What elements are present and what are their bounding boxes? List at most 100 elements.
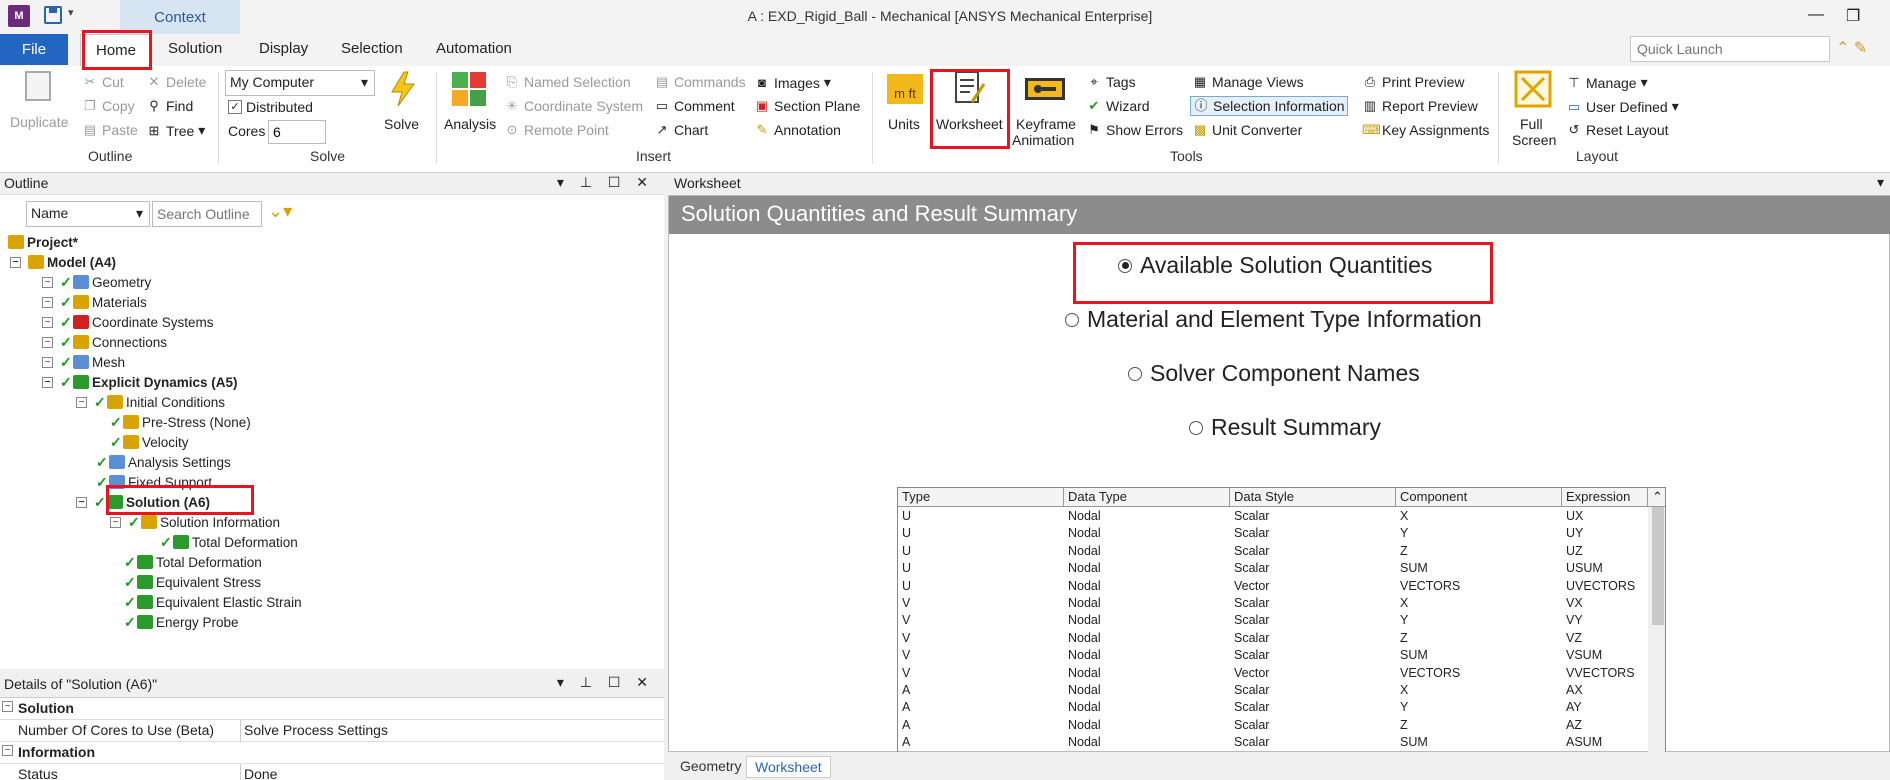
radio-unselected-icon[interactable]	[1189, 420, 1203, 435]
delete-button[interactable]: ✕ Delete	[146, 74, 207, 90]
named-selection-button[interactable]: ⎘ Named Selection	[504, 74, 631, 90]
chart-button[interactable]: ↗ Chart	[654, 122, 709, 138]
details-section-information[interactable]: − Information	[0, 742, 664, 764]
outline-filter-select[interactable]: Name ▾	[26, 201, 150, 227]
table-row[interactable]: A Nodal Scalar X AX	[898, 682, 1648, 699]
tree-node[interactable]: − ✓ Solution (A6)	[76, 493, 210, 511]
tab-selection[interactable]: Selection	[341, 40, 403, 57]
wizard-button[interactable]: ✔ Wizard	[1086, 98, 1150, 114]
manage-views-button[interactable]: ▦ Manage Views	[1192, 74, 1304, 90]
tree-expand-icon[interactable]: −	[42, 296, 53, 308]
tree-node[interactable]: ✓ Total Deformation	[124, 553, 262, 571]
tree-expand-icon[interactable]: −	[110, 516, 121, 528]
tree-node[interactable]: − ✓ Materials	[42, 293, 147, 311]
tree-node[interactable]: ✓ Energy Probe	[124, 613, 239, 631]
panel-controls-icon[interactable]: ▾ ⊥ ☐ ✕	[557, 674, 654, 691]
tree-node[interactable]: − ✓ Coordinate Systems	[42, 313, 214, 331]
report-preview-button[interactable]: ▥ Report Preview	[1362, 98, 1478, 114]
solve-computer-select[interactable]: My Computer ▾	[225, 70, 375, 96]
analysis-button[interactable]: Analysis	[444, 116, 496, 132]
commands-button[interactable]: ▤ Commands	[654, 74, 746, 90]
paste-button[interactable]: ▤ Paste	[82, 122, 138, 138]
tab-geometry[interactable]: Geometry	[672, 756, 749, 776]
collapse-icon[interactable]: −	[2, 745, 13, 756]
show-errors-button[interactable]: ⚑ Show Errors	[1086, 122, 1183, 138]
tree-node[interactable]: − ✓ Connections	[42, 333, 167, 351]
comment-button[interactable]: ▭ Comment	[654, 98, 735, 114]
table-row[interactable]: A Nodal Scalar Y AY	[898, 699, 1648, 716]
tree-node[interactable]: − ✓ Geometry	[42, 273, 151, 291]
annotation-button[interactable]: ✎ Annotation	[754, 122, 841, 138]
user-defined-button[interactable]: ▭ User Defined ▾	[1566, 98, 1679, 115]
tab-solution[interactable]: Solution	[168, 40, 222, 57]
scroll-up-icon[interactable]: ⌃	[1648, 488, 1665, 507]
table-row[interactable]: V Nodal Scalar Z VZ	[898, 630, 1648, 647]
tags-button[interactable]: ⌖ Tags	[1086, 74, 1135, 90]
quick-access-dropdown-icon[interactable]: ▾	[68, 6, 74, 19]
radio-unselected-icon[interactable]	[1128, 366, 1142, 381]
tree-expand-icon[interactable]: −	[76, 496, 87, 508]
table-row[interactable]: U Nodal Scalar Z UZ	[898, 543, 1648, 560]
tree-node[interactable]: ✓ Total Deformation	[160, 533, 298, 551]
tree-expand-icon[interactable]: −	[42, 376, 53, 388]
quick-launch-input[interactable]	[1630, 36, 1830, 62]
tree-node[interactable]: ✓ Fixed Support	[96, 473, 212, 491]
context-tab[interactable]: Context	[120, 0, 240, 34]
table-row[interactable]: V Nodal Scalar SUM VSUM	[898, 647, 1648, 664]
coordinate-system-button[interactable]: ✳ Coordinate System	[504, 98, 644, 114]
details-row-cores[interactable]: Number Of Cores to Use (Beta) Solve Proce…	[0, 720, 664, 742]
tree-node[interactable]: ✓ Velocity	[110, 433, 189, 451]
find-button[interactable]: ⚲ Find	[146, 98, 193, 114]
tree-expand-icon[interactable]: −	[42, 316, 53, 328]
table-column-header[interactable]: Data Style	[1230, 488, 1396, 507]
tab-display[interactable]: Display	[259, 40, 308, 57]
tree-node[interactable]: − ✓ Initial Conditions	[76, 393, 225, 411]
table-column-header[interactable]: Expression	[1562, 488, 1648, 507]
tab-worksheet[interactable]: Worksheet	[746, 756, 831, 778]
worksheet-option-radio[interactable]: Available Solution Quantities	[1118, 252, 1432, 279]
save-icon[interactable]	[44, 6, 62, 24]
cores-input[interactable]	[268, 120, 326, 144]
units-button[interactable]: Units	[888, 116, 920, 132]
tab-automation[interactable]: Automation	[436, 40, 512, 57]
tree-node[interactable]: ✓ Equivalent Elastic Strain	[124, 593, 302, 611]
worksheet-option-radio[interactable]: Solver Component Names	[1128, 360, 1420, 387]
key-assignments-button[interactable]: ⌨ Key Assignments	[1362, 122, 1489, 138]
section-plane-button[interactable]: ▣ Section Plane	[754, 98, 861, 114]
table-scrollbar[interactable]	[1648, 507, 1665, 752]
tree-node[interactable]: ✓ Analysis Settings	[96, 453, 231, 471]
table-row[interactable]: U Nodal Vector VECTORS UVECTORS	[898, 578, 1648, 595]
filter-options-icon[interactable]: ⌄▾	[268, 201, 292, 222]
search-outline-input[interactable]	[152, 201, 262, 227]
tree-node[interactable]: − ✓ Explicit Dynamics (A5)	[42, 373, 238, 391]
reset-layout-button[interactable]: ↺ Reset Layout	[1566, 122, 1669, 138]
tree-expand-icon[interactable]: −	[76, 396, 87, 408]
collapse-icon[interactable]: −	[2, 701, 13, 712]
table-column-header[interactable]: Type	[898, 488, 1064, 507]
tree-node[interactable]: Project*	[8, 233, 78, 251]
tree-button[interactable]: ⊞ Tree ▾	[146, 122, 206, 139]
images-button[interactable]: ◙ Images ▾	[754, 74, 831, 91]
app-icon[interactable]: M	[8, 5, 30, 27]
worksheet-option-radio[interactable]: Material and Element Type Information	[1065, 306, 1482, 333]
distributed-checkbox[interactable]: ✓ Distributed	[228, 99, 313, 115]
table-row[interactable]: U Nodal Scalar Y UY	[898, 525, 1648, 542]
details-section-solution[interactable]: − Solution	[0, 698, 664, 720]
animation-button-label[interactable]: Animation	[1012, 132, 1074, 148]
table-row[interactable]: U Nodal Scalar SUM USUM	[898, 560, 1648, 577]
table-row[interactable]: A Nodal Scalar SUM ASUM	[898, 734, 1648, 751]
ribbon-options-icon[interactable]: ⌃ ✎	[1836, 38, 1867, 58]
tree-node[interactable]: ✓ Pre-Stress (None)	[110, 413, 251, 431]
cut-button[interactable]: ✂ Cut	[82, 74, 124, 90]
restore-icon[interactable]: ❐	[1846, 6, 1860, 26]
table-column-header[interactable]: Component	[1396, 488, 1562, 507]
table-row[interactable]: V Nodal Vector VECTORS VVECTORS	[898, 665, 1648, 682]
tab-home[interactable]: Home	[80, 34, 152, 66]
table-column-header[interactable]: Data Type	[1064, 488, 1230, 507]
duplicate-button[interactable]: Duplicate	[10, 114, 68, 130]
manage-button[interactable]: ⊤ Manage ▾	[1566, 74, 1647, 91]
full-screen-button-label[interactable]: Screen	[1512, 132, 1556, 148]
tree-expand-icon[interactable]: −	[10, 256, 21, 268]
selection-information-button[interactable]: ⓘ Selection Information	[1190, 96, 1348, 116]
scrollbar-thumb[interactable]	[1652, 507, 1664, 625]
